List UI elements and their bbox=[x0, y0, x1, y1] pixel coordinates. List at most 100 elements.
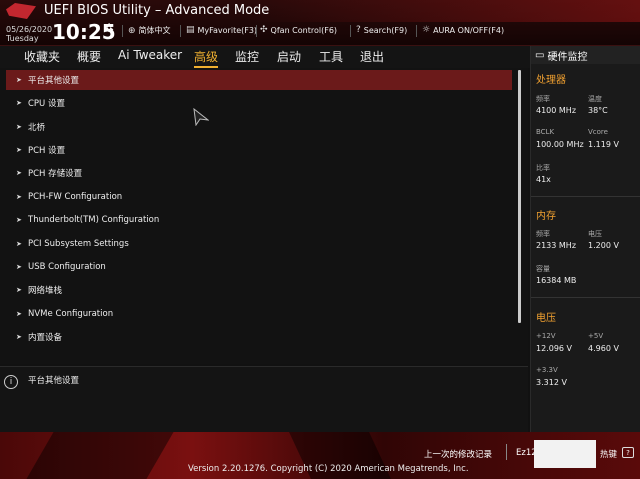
menu-item-northbridge[interactable]: ➤ 北桥 bbox=[6, 117, 512, 137]
vcore-value: 1.119 V bbox=[588, 140, 619, 149]
menu-item-label: USB Configuration bbox=[28, 262, 106, 272]
chevron-right-icon: ➤ bbox=[16, 216, 22, 224]
myfavorite-button[interactable]: ▤ MyFavorite(F3) bbox=[186, 25, 257, 35]
aura-label: AURA ON/OFF(F4) bbox=[433, 25, 505, 35]
app-title: UEFI BIOS Utility – Advanced Mode bbox=[44, 3, 270, 18]
tab-advanced[interactable]: 高级 bbox=[194, 48, 219, 68]
v33-label: +3.3V bbox=[536, 366, 558, 374]
chevron-right-icon: ➤ bbox=[16, 76, 22, 84]
cpu-temp-label: 温度 bbox=[588, 95, 602, 103]
last-modified-button[interactable]: 上一次的修改记录 bbox=[424, 448, 492, 460]
tab-exit[interactable]: 退出 bbox=[360, 48, 384, 65]
cpu-freq-label: 频率 bbox=[536, 95, 550, 103]
help-panel: i 平台其他设置 bbox=[0, 366, 528, 432]
qfan-control-button[interactable]: ✣ Qfan Control(F6) bbox=[260, 25, 337, 35]
footer-separator bbox=[506, 444, 507, 460]
language-button[interactable]: ⊕ 简体中文 bbox=[128, 25, 171, 36]
language-label: 简体中文 bbox=[138, 26, 171, 35]
chevron-right-icon: ➤ bbox=[16, 333, 22, 341]
rog-logo-icon bbox=[6, 3, 36, 19]
mem-freq-label: 频率 bbox=[536, 230, 550, 238]
menu-scrollbar[interactable] bbox=[518, 70, 521, 323]
help-text: 平台其他设置 bbox=[28, 376, 80, 386]
menu-item-nvme[interactable]: ➤ NVMe Configuration bbox=[6, 304, 512, 324]
section-divider bbox=[531, 297, 640, 298]
menu-item-pch-storage[interactable]: ➤ PCH 存储设置 bbox=[6, 163, 512, 183]
mem-capacity-label: 容量 bbox=[536, 265, 550, 273]
tab-favorites[interactable]: 收藏夹 bbox=[24, 48, 60, 65]
header-separator bbox=[350, 25, 351, 37]
hotkey-button[interactable]: 热键 bbox=[600, 448, 617, 460]
hardware-monitor-panel: ▭ 硬件监控 处理器 频率 温度 4100 MHz 38°C BCLK Vcor… bbox=[530, 46, 640, 432]
v33-value: 3.312 V bbox=[536, 378, 567, 387]
header-decoration bbox=[250, 0, 640, 22]
menu-item-label: PCI Subsystem Settings bbox=[28, 239, 129, 249]
fan-icon: ✣ bbox=[260, 25, 268, 35]
chevron-right-icon: ➤ bbox=[16, 99, 22, 107]
vcore-label: Vcore bbox=[588, 128, 608, 136]
cpu-temp-value: 38°C bbox=[588, 106, 608, 115]
chevron-right-icon: ➤ bbox=[16, 146, 22, 154]
search-icon: ? bbox=[356, 25, 361, 35]
menu-item-usb[interactable]: ➤ USB Configuration bbox=[6, 257, 512, 277]
redacted-area bbox=[534, 440, 596, 468]
menu-item-thunderbolt[interactable]: ➤ Thunderbolt(TM) Configuration bbox=[6, 210, 512, 230]
hardware-monitor-title: 硬件监控 bbox=[547, 51, 588, 63]
aura-icon: ☼ bbox=[422, 25, 431, 35]
tab-monitor[interactable]: 监控 bbox=[235, 48, 259, 65]
gear-icon[interactable]: ✲ bbox=[104, 21, 114, 35]
chevron-right-icon: ➤ bbox=[16, 240, 22, 248]
menu-item-pch[interactable]: ➤ PCH 设置 bbox=[6, 140, 512, 160]
menu-item-label: 平台其他设置 bbox=[28, 76, 80, 86]
menu-item-pch-fw[interactable]: ➤ PCH-FW Configuration bbox=[6, 187, 512, 207]
tab-overview[interactable]: 概要 bbox=[77, 48, 101, 65]
tab-tool[interactable]: 工具 bbox=[319, 48, 343, 65]
main-nav: 收藏夹 概要 Ai Tweaker 高级 监控 启动 工具 退出 bbox=[0, 46, 530, 68]
menu-item-cpu[interactable]: ➤ CPU 设置 bbox=[6, 93, 512, 113]
star-icon: ▤ bbox=[186, 25, 195, 35]
mouse-cursor-icon bbox=[193, 108, 209, 126]
footer-bar: Version 2.20.1276. Copyright (C) 2020 Am… bbox=[0, 432, 640, 479]
monitor-icon: ▭ bbox=[535, 49, 545, 61]
menu-item-label: Thunderbolt(TM) Configuration bbox=[28, 215, 160, 225]
header-separator bbox=[122, 25, 123, 37]
v12-value: 12.096 V bbox=[536, 344, 573, 353]
menu-item-label: 内置设备 bbox=[28, 333, 63, 343]
section-divider bbox=[531, 196, 640, 197]
header-separator bbox=[416, 25, 417, 37]
ratio-value: 41x bbox=[536, 175, 551, 184]
search-button[interactable]: ? Search(F9) bbox=[356, 25, 407, 35]
header-separator bbox=[180, 25, 181, 37]
date-text: 05/26/2020 bbox=[6, 25, 53, 34]
search-label: Search(F9) bbox=[363, 25, 408, 35]
tab-ai-tweaker[interactable]: Ai Tweaker bbox=[118, 48, 182, 62]
mem-volt-label: 电压 bbox=[588, 230, 602, 238]
voltage-section-title: 电压 bbox=[536, 313, 556, 324]
menu-item-label: 北桥 bbox=[28, 123, 46, 133]
myfavorite-label: MyFavorite(F3) bbox=[197, 25, 258, 35]
chevron-right-icon: ➤ bbox=[16, 310, 22, 318]
header-separator bbox=[256, 25, 257, 37]
globe-icon: ⊕ bbox=[128, 25, 136, 36]
mem-volt-value: 1.200 V bbox=[588, 241, 619, 250]
bclk-value: 100.00 MHz bbox=[536, 140, 584, 149]
menu-item-label: PCH 存储设置 bbox=[28, 169, 83, 179]
menu-item-pci-subsystem[interactable]: ➤ PCI Subsystem Settings bbox=[6, 234, 512, 254]
aura-toggle-button[interactable]: ☼ AURA ON/OFF(F4) bbox=[422, 25, 504, 35]
menu-item-label: PCH-FW Configuration bbox=[28, 192, 123, 202]
v12-label: +12V bbox=[536, 332, 556, 340]
keyboard-icon[interactable]: ? bbox=[622, 447, 634, 458]
menu-item-label: 网络堆栈 bbox=[28, 286, 63, 296]
chevron-right-icon: ➤ bbox=[16, 123, 22, 131]
chevron-right-icon: ➤ bbox=[16, 263, 22, 271]
tab-boot[interactable]: 启动 bbox=[277, 48, 301, 65]
menu-item-platform-misc[interactable]: ➤ 平台其他设置 bbox=[6, 70, 512, 90]
menu-item-label: PCH 设置 bbox=[28, 146, 66, 156]
header-bar: UEFI BIOS Utility – Advanced Mode 05/26/… bbox=[0, 0, 640, 46]
chevron-right-icon: ➤ bbox=[16, 286, 22, 294]
menu-item-onboard-devices[interactable]: ➤ 内置设备 bbox=[6, 327, 512, 347]
advanced-menu-list: ➤ 平台其他设置 ➤ CPU 设置 ➤ 北桥 ➤ PCH 设置 ➤ PCH 存储… bbox=[0, 68, 528, 364]
menu-item-network-stack[interactable]: ➤ 网络堆栈 bbox=[6, 280, 512, 300]
memory-section-title: 内存 bbox=[536, 211, 556, 222]
info-icon: i bbox=[4, 375, 18, 389]
